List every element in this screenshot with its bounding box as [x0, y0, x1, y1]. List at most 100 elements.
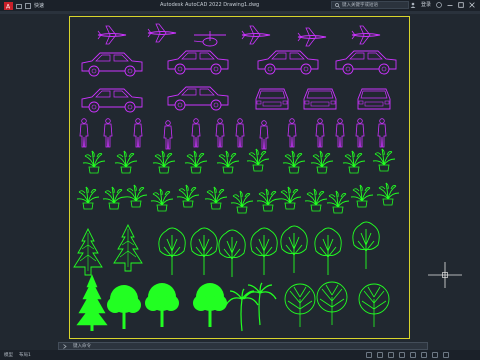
- potted-plant-block[interactable]: [76, 186, 100, 210]
- potted-plant-block[interactable]: [310, 150, 334, 174]
- palm-tree-block[interactable]: [225, 288, 259, 332]
- palm-tree-block[interactable]: [243, 282, 277, 326]
- conifer-tree-block[interactable]: [113, 224, 143, 272]
- person-block[interactable]: [335, 118, 345, 148]
- ortho-toggle-icon[interactable]: [388, 352, 394, 358]
- bush-tree-block[interactable]: [193, 283, 227, 327]
- car-side-block[interactable]: [81, 88, 143, 113]
- close-icon[interactable]: [469, 1, 475, 8]
- circle-tree-block[interactable]: [284, 283, 316, 328]
- round-tree-block[interactable]: [218, 229, 246, 278]
- search-icon: [335, 2, 340, 8]
- airplane-block[interactable]: [351, 25, 381, 45]
- potted-plant-block[interactable]: [246, 148, 270, 172]
- potted-plant-block[interactable]: [326, 190, 350, 214]
- command-line[interactable]: 键入命令: [58, 342, 428, 350]
- car-front-block[interactable]: [357, 88, 391, 110]
- potted-plant-block[interactable]: [372, 148, 396, 172]
- person-block[interactable]: [235, 118, 245, 148]
- round-tree-block[interactable]: [314, 227, 342, 276]
- bush-tree-block[interactable]: [107, 285, 141, 329]
- potted-plant-block[interactable]: [230, 190, 254, 214]
- round-tree-block[interactable]: [280, 225, 308, 274]
- car-side-block[interactable]: [81, 52, 143, 77]
- sign-in-label[interactable]: 登录: [421, 1, 431, 8]
- layout-tabs: 模型 布局1: [0, 352, 31, 358]
- window-controls: 登录: [410, 1, 475, 8]
- airplane-block[interactable]: [147, 23, 177, 43]
- car-side-block[interactable]: [167, 50, 229, 75]
- potted-plant-block[interactable]: [204, 186, 228, 210]
- tab-model[interactable]: 模型: [4, 352, 13, 358]
- workspace-icon[interactable]: [432, 352, 438, 358]
- round-tree-block[interactable]: [158, 227, 186, 276]
- potted-plant-block[interactable]: [282, 150, 306, 174]
- person-block[interactable]: [163, 120, 173, 150]
- car-side-block[interactable]: [335, 50, 397, 75]
- status-toggles: [366, 352, 449, 358]
- round-tree-block[interactable]: [190, 227, 218, 276]
- minimize-icon[interactable]: [447, 2, 453, 8]
- bush-tree-block[interactable]: [145, 283, 179, 327]
- potted-plant-block[interactable]: [124, 184, 148, 208]
- car-front-block[interactable]: [303, 88, 337, 110]
- tab-layout1[interactable]: 布局1: [19, 352, 31, 358]
- helicopter-block[interactable]: [193, 31, 226, 47]
- airplane-block[interactable]: [97, 25, 127, 45]
- user-icon[interactable]: [410, 2, 416, 8]
- round-tree-block[interactable]: [250, 227, 278, 276]
- car-side-block[interactable]: [257, 50, 319, 75]
- title-bar: A 快速 Autodesk AutoCAD 2022 Drawing1.dwg …: [0, 0, 480, 11]
- potted-plant-block[interactable]: [350, 184, 374, 208]
- person-block[interactable]: [215, 118, 225, 148]
- quick-access-toolbar: A 快速: [0, 1, 130, 10]
- person-block[interactable]: [133, 118, 143, 148]
- car-side-block[interactable]: [167, 86, 229, 111]
- person-block[interactable]: [287, 118, 297, 148]
- round-tree-block[interactable]: [352, 221, 380, 270]
- command-icon: [63, 343, 67, 349]
- potted-plant-block[interactable]: [304, 188, 328, 212]
- annotation-scale-icon[interactable]: [421, 352, 427, 358]
- conifer-tree-block[interactable]: [73, 228, 103, 276]
- circle-tree-block[interactable]: [316, 281, 348, 326]
- snap-toggle-icon[interactable]: [377, 352, 383, 358]
- potted-plant-block[interactable]: [184, 150, 208, 174]
- potted-plant-block[interactable]: [150, 188, 174, 212]
- potted-plant-block[interactable]: [376, 182, 400, 206]
- open-icon[interactable]: [16, 3, 22, 9]
- potted-plant-block[interactable]: [152, 150, 176, 174]
- pine-tree-block[interactable]: [76, 274, 108, 332]
- help-icon[interactable]: [436, 1, 442, 8]
- potted-plant-block[interactable]: [176, 184, 200, 208]
- maximize-icon[interactable]: [458, 1, 464, 8]
- potted-plant-block[interactable]: [278, 186, 302, 210]
- save-icon[interactable]: [25, 2, 31, 9]
- command-prompt: 键入命令: [73, 344, 91, 349]
- potted-plant-block[interactable]: [102, 186, 126, 210]
- drawing-canvas[interactable]: [70, 17, 409, 338]
- search-box[interactable]: 键入关键字或短语: [331, 1, 409, 9]
- person-block[interactable]: [259, 120, 269, 150]
- customize-icon[interactable]: [443, 352, 449, 358]
- grid-toggle-icon[interactable]: [366, 352, 372, 358]
- airplane-block[interactable]: [297, 27, 327, 47]
- person-block[interactable]: [191, 118, 201, 148]
- potted-plant-block[interactable]: [256, 188, 280, 212]
- person-block[interactable]: [103, 118, 113, 148]
- potted-plant-block[interactable]: [216, 150, 240, 174]
- person-block[interactable]: [377, 118, 387, 148]
- potted-plant-block[interactable]: [114, 150, 138, 174]
- potted-plant-block[interactable]: [82, 150, 106, 174]
- circle-tree-block[interactable]: [358, 283, 390, 328]
- polar-toggle-icon[interactable]: [399, 352, 405, 358]
- quick-menu-label[interactable]: 快速: [34, 2, 44, 9]
- potted-plant-block[interactable]: [342, 150, 366, 174]
- person-block[interactable]: [315, 118, 325, 148]
- person-block[interactable]: [355, 118, 365, 148]
- autocad-logo-icon[interactable]: A: [4, 1, 13, 10]
- car-front-block[interactable]: [255, 88, 289, 110]
- person-block[interactable]: [79, 118, 89, 148]
- osnap-toggle-icon[interactable]: [410, 352, 416, 358]
- airplane-block[interactable]: [241, 25, 271, 45]
